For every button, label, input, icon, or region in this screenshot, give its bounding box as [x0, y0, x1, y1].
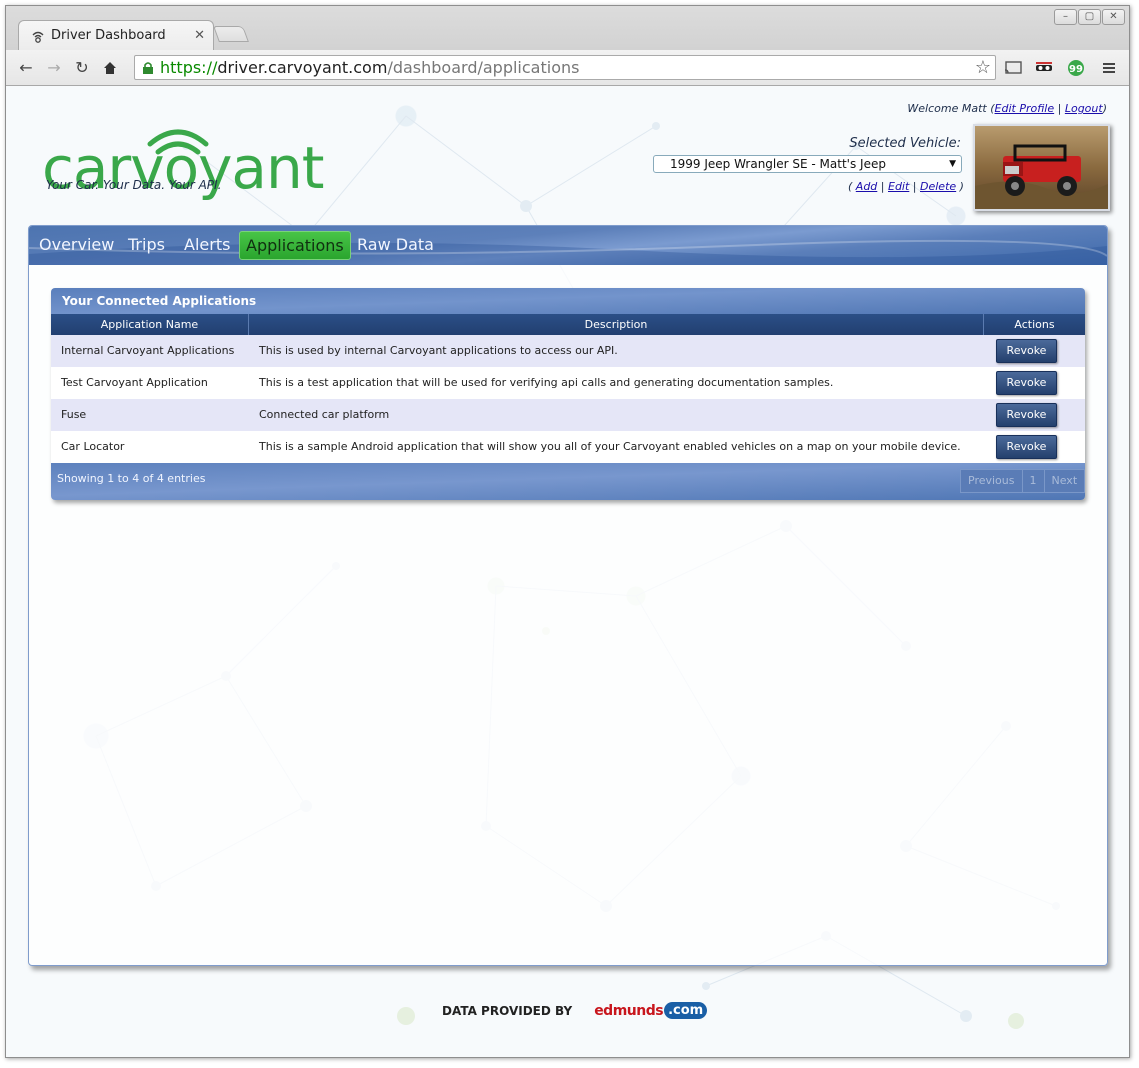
footer: DATA PROVIDED BY edmunds .com — [442, 1002, 708, 1019]
vehicle-select-value: 1999 Jeep Wrangler SE - Matt's Jeep — [670, 157, 886, 171]
table-row: Car Locator This is a sample Android app… — [51, 431, 1085, 463]
previous-page-button[interactable]: Previous — [961, 470, 1023, 492]
separator: | — [877, 180, 888, 193]
tab-strip: Driver Dashboard ✕ – ▢ ✕ — [6, 6, 1129, 50]
evernote-extension-icon[interactable]: 99 — [1065, 55, 1087, 81]
carvoyant-favicon-icon — [32, 31, 44, 43]
add-vehicle-link[interactable]: Add — [856, 180, 878, 193]
welcome-text: Welcome Matt ( — [907, 102, 995, 115]
lock-icon — [143, 61, 153, 74]
revoke-button[interactable]: Revoke — [996, 435, 1057, 459]
back-icon[interactable]: ← — [12, 54, 40, 82]
application-description: This is used by internal Carvoyant appli… — [259, 344, 618, 357]
connected-applications-table: Your Connected Applications Application … — [51, 288, 1086, 500]
dropdown-arrow-icon: ▼ — [949, 159, 956, 169]
minimize-icon[interactable]: – — [1054, 9, 1077, 25]
table-title: Your Connected Applications — [62, 294, 257, 308]
browser-tab[interactable]: Driver Dashboard ✕ — [18, 20, 214, 50]
window-controls: – ▢ ✕ — [1054, 9, 1125, 25]
revoke-button[interactable]: Revoke — [996, 403, 1057, 427]
edmunds-logo-com: .com — [664, 1002, 708, 1019]
maximize-icon[interactable]: ▢ — [1078, 9, 1101, 25]
new-tab-button[interactable] — [213, 26, 249, 42]
edmunds-logo[interactable]: edmunds .com — [594, 1002, 708, 1019]
revoke-button[interactable]: Revoke — [996, 371, 1057, 395]
tab-trips[interactable]: Trips — [128, 231, 165, 260]
separator: | — [1054, 102, 1065, 115]
forward-icon[interactable]: → — [40, 54, 68, 82]
logout-link[interactable]: Logout — [1065, 102, 1103, 115]
browser-toolbar: ← → ↻ https://driver.carvoyant.com/dashb… — [6, 50, 1129, 86]
cast-icon[interactable] — [1002, 55, 1024, 81]
menu-icon[interactable] — [1098, 55, 1120, 81]
home-icon[interactable] — [96, 54, 124, 82]
vehicle-links-open: ( — [848, 180, 856, 193]
table-footer: Showing 1 to 4 of 4 entries Previous 1 N… — [51, 463, 1086, 500]
main-nav: Overview Trips Alerts Applications Raw D… — [29, 226, 1107, 265]
edit-vehicle-link[interactable]: Edit — [888, 180, 909, 193]
column-header-description[interactable]: Description — [249, 314, 984, 335]
vehicle-links: ( Add | Edit | Delete ) — [848, 180, 964, 193]
entries-info: Showing 1 to 4 of 4 entries — [57, 472, 206, 485]
table-row: Fuse Connected car platform Revoke — [51, 399, 1085, 431]
reload-icon[interactable]: ↻ — [68, 54, 96, 82]
bookmark-star-icon[interactable]: ☆ — [975, 57, 991, 78]
svg-text:99: 99 — [1069, 64, 1083, 75]
vehicle-photo — [973, 124, 1110, 211]
browser-window: Driver Dashboard ✕ – ▢ ✕ ← → ↻ https://d… — [5, 5, 1130, 1058]
application-name: Fuse — [61, 408, 87, 421]
address-bar[interactable]: https://driver.carvoyant.com/dashboard/a… — [134, 55, 996, 80]
edmunds-logo-word: edmunds — [594, 1002, 664, 1019]
application-description: This is a test application that will be … — [259, 376, 834, 389]
column-header-application-name[interactable]: Application Name — [51, 314, 249, 335]
tab-title: Driver Dashboard — [51, 28, 166, 43]
column-header-actions: Actions — [984, 314, 1085, 335]
pagination: Previous 1 Next — [960, 469, 1086, 493]
application-description: This is a sample Android application tha… — [259, 440, 961, 453]
page-content: Welcome Matt (Edit Profile | Logout) car… — [6, 86, 1129, 1057]
table-row: Internal Carvoyant Applications This is … — [51, 335, 1085, 367]
close-tab-icon[interactable]: ✕ — [194, 28, 205, 43]
application-description: Connected car platform — [259, 408, 390, 421]
welcome-suffix: ) — [1102, 102, 1107, 115]
next-page-button[interactable]: Next — [1045, 470, 1085, 492]
vehicle-select[interactable]: 1999 Jeep Wrangler SE - Matt's Jeep ▼ — [653, 155, 962, 173]
url-text: https://driver.carvoyant.com/dashboard/a… — [160, 58, 580, 77]
edit-profile-link[interactable]: Edit Profile — [995, 102, 1055, 115]
tagline: Your Car. Your Data. Your API. — [46, 178, 222, 192]
application-name: Test Carvoyant Application — [61, 376, 208, 389]
tab-overview[interactable]: Overview — [39, 231, 114, 260]
table-header-bar: Your Connected Applications — [51, 288, 1085, 314]
close-window-icon[interactable]: ✕ — [1102, 9, 1125, 25]
application-name: Internal Carvoyant Applications — [61, 344, 235, 357]
main-panel: Overview Trips Alerts Applications Raw D… — [28, 225, 1108, 966]
page-number-button[interactable]: 1 — [1023, 470, 1045, 492]
application-name: Car Locator — [61, 440, 125, 453]
separator: | — [909, 180, 921, 193]
delete-vehicle-link[interactable]: Delete — [920, 180, 956, 193]
tab-applications[interactable]: Applications — [239, 231, 351, 260]
vehicle-links-close: ) — [956, 180, 964, 193]
data-provided-by-text: DATA PROVIDED BY — [442, 1003, 573, 1018]
revoke-button[interactable]: Revoke — [996, 339, 1057, 363]
tab-alerts[interactable]: Alerts — [184, 231, 230, 260]
welcome-bar: Welcome Matt (Edit Profile | Logout) — [907, 102, 1107, 115]
incognito-extension-icon[interactable] — [1033, 55, 1055, 81]
tab-raw-data[interactable]: Raw Data — [357, 231, 434, 260]
selected-vehicle-label: Selected Vehicle: — [849, 136, 961, 151]
table-row: Test Carvoyant Application This is a tes… — [51, 367, 1085, 399]
